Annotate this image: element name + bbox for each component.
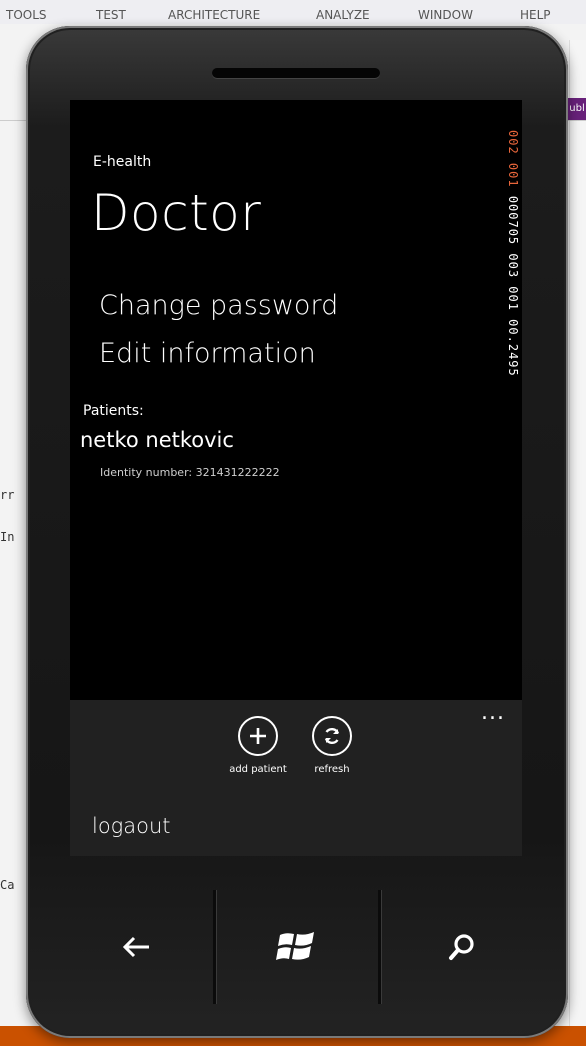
phone-screen: E-health Doctor Change password Edit inf… (70, 100, 522, 856)
edit-information-link[interactable]: Edit information (99, 338, 316, 369)
frame-counter-white: 000705 003 001 00.2495 (506, 195, 520, 377)
change-password-link[interactable]: Change password (99, 290, 338, 321)
page-title: Doctor (91, 184, 262, 242)
back-button[interactable] (56, 890, 216, 1008)
refresh-button[interactable]: refresh (292, 716, 372, 775)
app-subtitle: E-health (93, 154, 152, 170)
ide-right-panel (569, 40, 586, 1046)
frame-rate-counter: 002 001 000705 003 001 00.2495 (506, 130, 520, 377)
application-bar: ... add patient refresh logaout (70, 700, 522, 856)
phone-speaker (212, 68, 380, 78)
windows-logo-icon (275, 928, 319, 970)
add-patient-label: add patient (229, 764, 287, 775)
patients-label: Patients: (83, 403, 144, 419)
ide-menu-test[interactable]: TEST (96, 8, 126, 22)
frame-counter-red: 002 001 (506, 130, 520, 188)
hardware-divider (213, 890, 216, 1004)
patient-name[interactable]: netko netkovic (80, 428, 234, 452)
search-button[interactable] (382, 890, 542, 1008)
logout-menu-item[interactable]: logaout (92, 814, 171, 838)
search-icon (447, 932, 477, 966)
ide-code-fragment: rr (0, 488, 15, 502)
phone-emulator: E-health Doctor Change password Edit inf… (26, 26, 568, 1038)
hardware-divider (378, 890, 381, 1004)
ide-menu-window[interactable]: WINDOW (418, 8, 473, 22)
add-patient-button[interactable]: add patient (218, 716, 298, 775)
ide-tab-fragment[interactable]: ubl (568, 98, 586, 120)
ide-menubar: TOOLS TEST ARCHITECTURE ANALYZE WINDOW H… (0, 0, 586, 24)
ide-code-fragment: In (0, 530, 15, 544)
ide-menu-analyze[interactable]: ANALYZE (316, 8, 370, 22)
back-arrow-icon (119, 933, 153, 965)
appbar-ellipsis[interactable]: ... (481, 700, 505, 725)
patient-identity-number: Identity number: 321431222222 (100, 466, 280, 479)
ide-code-fragment: Ca (0, 878, 15, 892)
ide-menu-architecture[interactable]: ARCHITECTURE (168, 8, 260, 22)
ide-menu-help[interactable]: HELP (520, 8, 551, 22)
ide-menu-tools[interactable]: TOOLS (6, 8, 47, 22)
start-button[interactable] (217, 890, 377, 1008)
hardware-buttons (26, 890, 568, 1012)
plus-icon (238, 716, 278, 756)
refresh-label: refresh (314, 764, 350, 775)
refresh-icon (312, 716, 352, 756)
